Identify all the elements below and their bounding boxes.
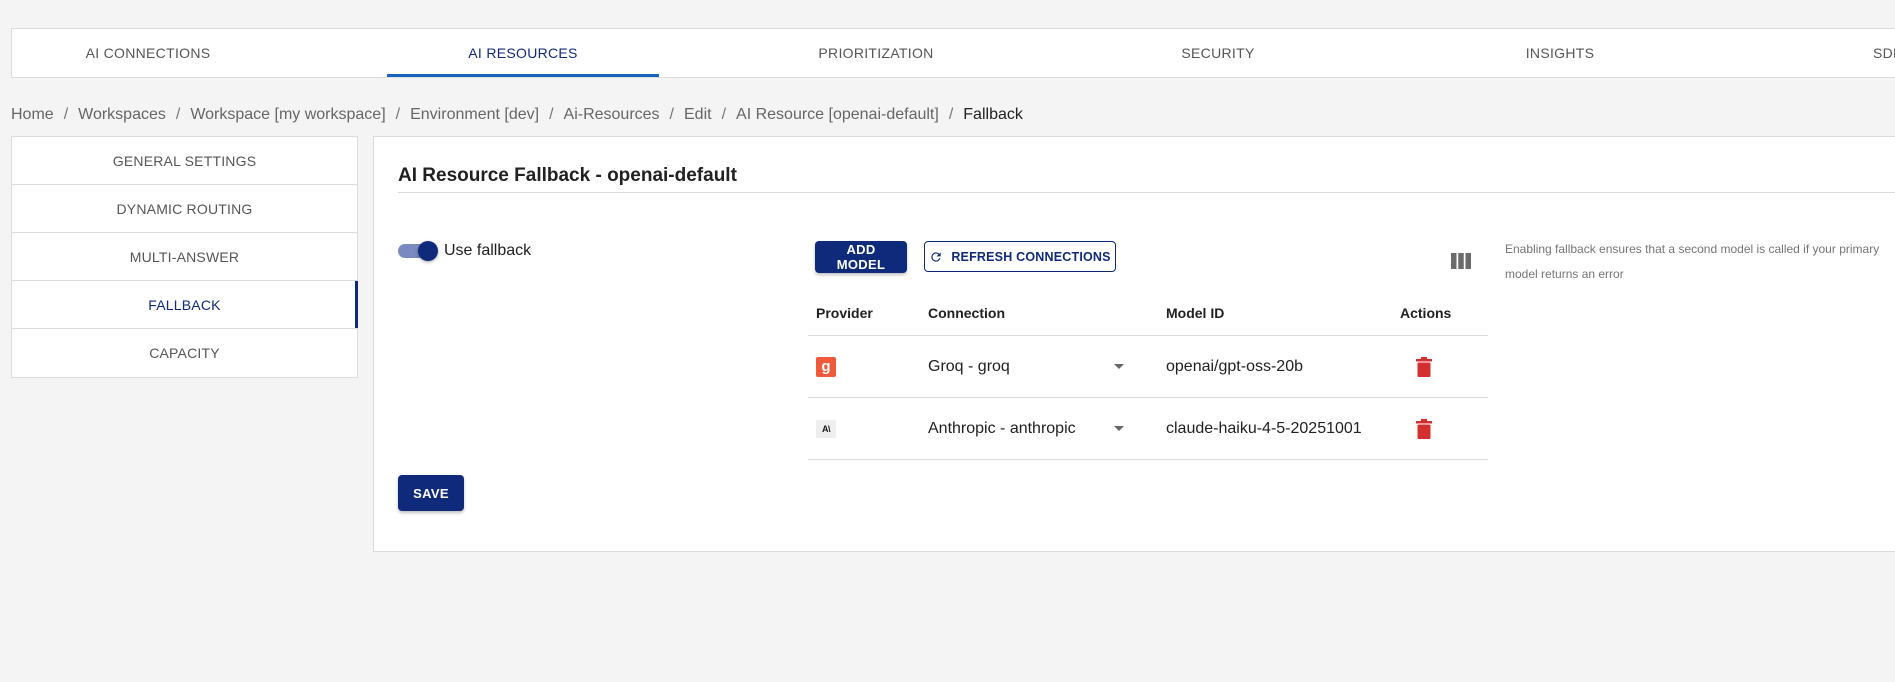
anthropic-icon: A\ — [816, 419, 836, 438]
groq-icon: g — [816, 356, 836, 377]
breadcrumb-fallback: Fallback — [963, 106, 1023, 123]
tab-insights[interactable]: INSIGHTS — [1424, 29, 1696, 77]
fallback-models-table: Provider Connection Model ID Actions g G… — [808, 290, 1488, 460]
breadcrumb-separator: / — [395, 106, 401, 123]
settings-side-nav: GENERAL SETTINGS DYNAMIC ROUTING MULTI-A… — [11, 136, 358, 378]
breadcrumb-environment[interactable]: Environment [dev] — [410, 106, 539, 124]
column-header-actions: Actions — [1400, 304, 1452, 321]
tab-ai-resources[interactable]: AI RESOURCES — [387, 29, 659, 77]
side-nav-fallback[interactable]: FALLBACK — [12, 281, 358, 329]
view-columns-icon[interactable] — [1451, 253, 1471, 269]
provider-cell: g — [808, 356, 920, 377]
tab-ai-connections[interactable]: AI CONNECTIONS — [12, 29, 284, 77]
add-model-button[interactable]: ADD MODEL — [815, 241, 907, 273]
column-header-model-id: Model ID — [1166, 304, 1225, 321]
divider — [398, 192, 1895, 193]
connection-select[interactable]: Anthropic - anthropic — [928, 420, 1128, 438]
tab-prioritization[interactable]: PRIORITIZATION — [740, 29, 1012, 77]
actions-cell — [1392, 418, 1488, 439]
connection-value: Groq - groq — [928, 357, 1010, 375]
breadcrumb-ai-resource[interactable]: AI Resource [openai-default] — [736, 106, 939, 124]
breadcrumb-separator: / — [948, 106, 954, 123]
breadcrumb-ai-resources[interactable]: Ai-Resources — [564, 106, 660, 124]
connection-select[interactable]: Groq - groq — [928, 358, 1128, 376]
table-row: g Groq - groq openai/gpt-oss-20b — [808, 336, 1488, 398]
model-id-cell: openai/gpt-oss-20b — [1166, 357, 1303, 375]
breadcrumb-separator: / — [175, 106, 181, 123]
side-nav-capacity[interactable]: CAPACITY — [12, 329, 357, 377]
tab-sdk[interactable]: SDK — [1873, 29, 1895, 77]
use-fallback-toggle[interactable]: Use fallback — [398, 241, 532, 261]
side-nav-dynamic-routing[interactable]: DYNAMIC ROUTING — [12, 185, 357, 233]
model-id-cell: claude-haiku-4-5-20251001 — [1166, 419, 1362, 437]
breadcrumb-separator: / — [549, 106, 554, 123]
breadcrumb: Home / Workspaces / Workspace [my worksp… — [11, 105, 1023, 125]
refresh-connections-label: REFRESH CONNECTIONS — [951, 249, 1111, 264]
connection-value: Anthropic - anthropic — [928, 419, 1076, 437]
provider-cell: A\ — [808, 419, 920, 438]
table-row: A\ Anthropic - anthropic claude-haiku-4-… — [808, 398, 1488, 460]
breadcrumb-separator: / — [63, 106, 69, 123]
connection-cell: Groq - groq — [920, 358, 1158, 376]
fallback-card: AI Resource Fallback - openai-default Us… — [373, 136, 1895, 552]
refresh-icon — [931, 251, 941, 262]
side-nav-general-settings[interactable]: GENERAL SETTINGS — [12, 137, 357, 185]
side-nav-multi-answer[interactable]: MULTI-ANSWER — [12, 233, 357, 281]
column-header-connection: Connection — [928, 304, 1005, 321]
tab-security[interactable]: SECURITY — [1082, 29, 1354, 77]
page-title: AI Resource Fallback - openai-default — [398, 165, 737, 186]
fallback-help-text: Enabling fallback ensures that a second … — [1505, 242, 1880, 281]
column-header-provider: Provider — [816, 304, 873, 321]
trash-icon[interactable] — [1416, 356, 1432, 377]
refresh-connections-button[interactable]: REFRESH CONNECTIONS — [924, 241, 1116, 272]
toggle-thumb[interactable] — [418, 241, 438, 261]
connection-cell: Anthropic - anthropic — [920, 420, 1158, 438]
breadcrumb-workspaces[interactable]: Workspaces — [78, 106, 166, 124]
trash-icon[interactable] — [1416, 418, 1432, 439]
breadcrumb-edit[interactable]: Edit — [684, 106, 712, 124]
caret-down-icon — [1114, 426, 1124, 431]
table-header: Provider Connection Model ID Actions — [808, 290, 1488, 336]
toggle-track[interactable] — [398, 241, 438, 261]
save-button[interactable]: SAVE — [398, 475, 464, 511]
use-fallback-label: Use fallback — [444, 242, 532, 259]
actions-cell — [1392, 356, 1488, 377]
top-tab-bar: AI CONNECTIONS AI RESOURCES PRIORITIZATI… — [11, 28, 1895, 78]
caret-down-icon — [1114, 364, 1124, 369]
breadcrumb-separator: / — [669, 106, 674, 123]
breadcrumb-home[interactable]: Home — [11, 106, 54, 124]
breadcrumb-separator: / — [721, 106, 727, 123]
breadcrumb-workspace[interactable]: Workspace [my workspace] — [190, 106, 385, 124]
